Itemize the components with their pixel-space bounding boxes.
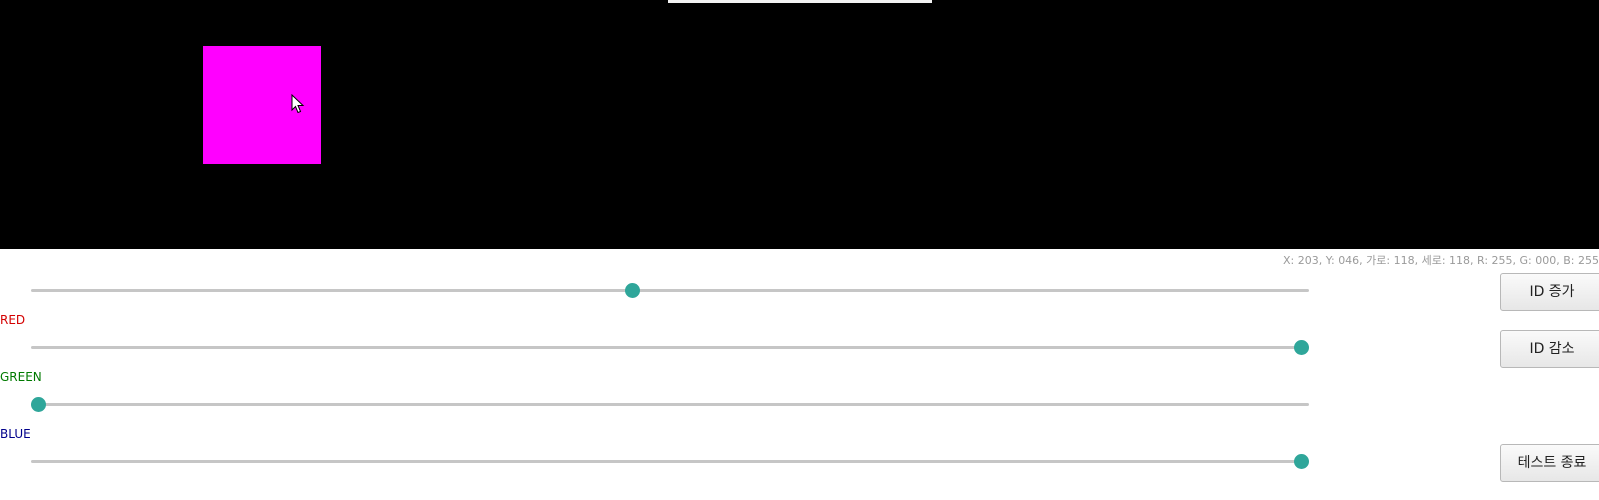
status-readout: X: 203, Y: 046, 가로: 118, 세로: 118, R: 255… (1283, 254, 1599, 267)
blue-label: BLUE (0, 427, 31, 441)
slider-track (31, 289, 1309, 292)
slider-thumb[interactable] (1294, 454, 1309, 469)
slider-thumb[interactable] (624, 283, 640, 298)
id-decrease-button[interactable]: ID 감소 (1500, 330, 1599, 368)
slider-thumb[interactable] (31, 397, 46, 412)
mouse-pointer-icon (291, 94, 305, 114)
drawing-canvas[interactable] (0, 0, 1599, 249)
blue-slider[interactable] (31, 454, 1309, 470)
top-indicator-bar (668, 0, 932, 3)
slider-track (31, 346, 1309, 349)
end-test-button[interactable]: 테스트 종료 (1500, 444, 1599, 482)
slider-thumb[interactable] (1294, 340, 1309, 355)
green-slider[interactable] (31, 397, 1309, 413)
red-slider[interactable] (31, 340, 1309, 356)
id-increase-button[interactable]: ID 증가 (1500, 273, 1599, 311)
slider-track (31, 460, 1309, 463)
green-label: GREEN (0, 370, 42, 384)
id-slider[interactable] (31, 283, 1309, 299)
red-label: RED (0, 313, 26, 327)
slider-track (31, 403, 1309, 406)
